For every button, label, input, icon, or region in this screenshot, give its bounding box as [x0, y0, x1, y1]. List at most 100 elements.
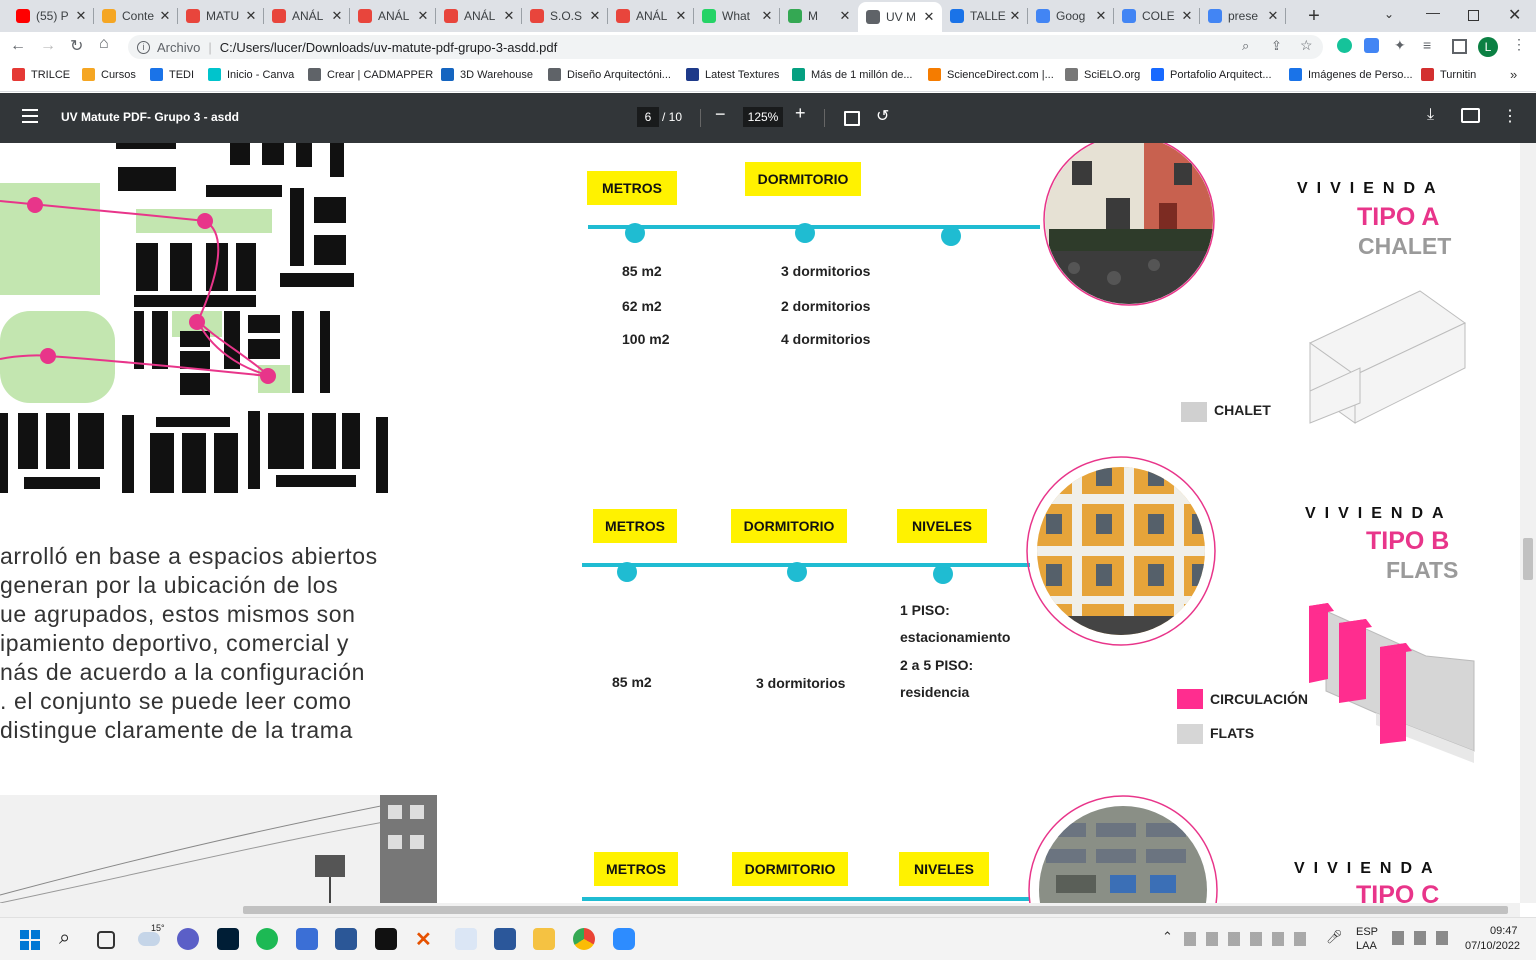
extensions-puzzle-icon[interactable]: ✦	[1394, 37, 1406, 54]
store-icon[interactable]	[335, 928, 357, 950]
reload-icon[interactable]: ↻	[70, 36, 83, 56]
bookmark-item[interactable]: SciELO.org	[1065, 68, 1140, 81]
bookmark-item[interactable]: Inicio - Canva	[208, 68, 294, 81]
vertical-scrollbar-thumb[interactable]	[1523, 538, 1533, 580]
rotate-icon[interactable]: ↺	[876, 106, 889, 126]
pdf-more-icon[interactable]: ⋮	[1502, 106, 1518, 126]
print-icon[interactable]	[1461, 108, 1480, 123]
tab-close-icon[interactable]: ✕	[922, 9, 936, 25]
bookmark-item[interactable]: TRILCE	[12, 68, 70, 81]
chrome-icon[interactable]	[573, 928, 595, 950]
tab-close-icon[interactable]: ✕	[1094, 8, 1108, 24]
browser-tab[interactable]: ANÁL ✕	[436, 2, 522, 30]
browser-tab[interactable]: prese ✕	[1200, 2, 1286, 30]
bookmark-item[interactable]: 3D Warehouse	[441, 68, 533, 81]
spotify-icon[interactable]	[256, 928, 278, 950]
bookmark-item[interactable]: Crear | CADMAPPER	[308, 68, 433, 81]
tab-close-icon[interactable]: ✕	[1008, 8, 1022, 24]
back-icon[interactable]: ←	[10, 37, 26, 55]
fit-page-icon[interactable]	[844, 111, 860, 126]
browser-tab[interactable]: MATU ✕	[178, 2, 264, 30]
minimize-button[interactable]: —	[1426, 4, 1440, 20]
zoom-out-button[interactable]: −	[715, 104, 726, 125]
tab-close-icon[interactable]: ✕	[1266, 8, 1280, 24]
tab-close-icon[interactable]: ✕	[158, 8, 172, 24]
grammarly-extension-icon[interactable]	[1337, 38, 1352, 53]
side-panel-icon[interactable]	[1452, 39, 1467, 54]
browser-tab[interactable]: Conte ✕	[94, 2, 178, 30]
address-bar[interactable]: i Archivo | C:/Users/lucer/Downloads/uv-…	[128, 35, 1323, 59]
tab-close-icon[interactable]: ✕	[838, 8, 852, 24]
browser-tab[interactable]: ANÁL ✕	[608, 2, 694, 30]
tab-close-icon[interactable]: ✕	[760, 8, 774, 24]
language-indicator-2[interactable]: LAA	[1356, 940, 1377, 952]
pdf-menu-icon[interactable]	[22, 109, 38, 123]
word-icon[interactable]	[494, 928, 516, 950]
browser-tab[interactable]: S.O.S ✕	[522, 2, 608, 30]
browser-tab[interactable]: COLE ✕	[1114, 2, 1200, 30]
browser-tab[interactable]: UV M ✕	[858, 2, 942, 32]
tab-close-icon[interactable]: ✕	[502, 8, 516, 24]
browser-tab[interactable]: ANÁL ✕	[350, 2, 436, 30]
bookmark-item[interactable]: Diseño Arquitectóni...	[548, 68, 671, 81]
profile-avatar[interactable]: L	[1478, 37, 1498, 57]
close-window-button[interactable]: ✕	[1508, 5, 1521, 25]
tab-close-icon[interactable]: ✕	[416, 8, 430, 24]
clock-date[interactable]: 07/10/2022	[1465, 940, 1520, 952]
bookmark-item[interactable]: Más de 1 millón de...	[792, 68, 913, 81]
microphone-icon[interactable]: 🎤︎	[1326, 929, 1343, 945]
more-bookmarks-icon[interactable]: »	[1510, 67, 1517, 82]
start-button-icon[interactable]	[20, 930, 40, 950]
notepad-icon[interactable]	[455, 928, 477, 950]
bookmark-item[interactable]: Portafolio Arquitect...	[1151, 68, 1272, 81]
zoom-icon[interactable]: ⌕	[1242, 38, 1249, 54]
tab-search-icon[interactable]: ⌄	[1384, 7, 1394, 21]
maximize-button[interactable]	[1468, 10, 1479, 21]
bookmark-item[interactable]: TEDI	[150, 68, 194, 81]
language-indicator-1[interactable]: ESP	[1356, 926, 1378, 938]
bookmark-star-icon[interactable]: ☆	[1300, 37, 1313, 54]
app-icon[interactable]	[296, 928, 318, 950]
tab-close-icon[interactable]: ✕	[330, 8, 344, 24]
tab-close-icon[interactable]: ✕	[674, 8, 688, 24]
file-explorer-icon[interactable]	[533, 928, 555, 950]
browser-tab[interactable]: M ✕	[780, 2, 858, 30]
show-hidden-icons[interactable]: ⌃	[1162, 929, 1173, 945]
photoshop-icon[interactable]	[217, 928, 239, 950]
bookmark-item[interactable]: ScienceDirect.com |...	[928, 68, 1054, 81]
browser-tab[interactable]: ANÁL ✕	[264, 2, 350, 30]
browser-menu-icon[interactable]: ⋮	[1512, 36, 1526, 53]
horizontal-scrollbar[interactable]	[0, 903, 1520, 917]
bookmark-item[interactable]: Latest Textures	[686, 68, 779, 81]
tab-close-icon[interactable]: ✕	[74, 8, 88, 24]
clock-time[interactable]: 09:47	[1490, 925, 1518, 937]
horizontal-scrollbar-thumb[interactable]	[243, 906, 1508, 914]
page-number-input[interactable]: 6	[637, 107, 659, 127]
translate-extension-icon[interactable]	[1364, 38, 1379, 53]
tab-close-icon[interactable]: ✕	[244, 8, 258, 24]
reading-list-icon[interactable]: ≡	[1423, 37, 1431, 53]
zoom-level-input[interactable]: 125%	[743, 107, 783, 127]
teams-chat-icon[interactable]	[177, 928, 199, 950]
bookmark-item[interactable]: Cursos	[82, 68, 136, 81]
zoom-in-button[interactable]: +	[795, 103, 806, 124]
weather-icon[interactable]	[138, 932, 160, 946]
tab-close-icon[interactable]: ✕	[588, 8, 602, 24]
browser-tab[interactable]: What ✕	[694, 2, 780, 30]
vertical-scrollbar[interactable]	[1520, 143, 1536, 903]
netflix-icon[interactable]	[375, 928, 397, 950]
bookmark-item[interactable]: Turnitin	[1421, 68, 1476, 81]
browser-tab[interactable]: Goog ✕	[1028, 2, 1114, 30]
share-icon[interactable]: ⇪	[1271, 38, 1282, 54]
forward-icon[interactable]: →	[40, 37, 56, 55]
zoom-app-icon[interactable]	[613, 928, 635, 950]
network-sound-battery-icons[interactable]	[1392, 931, 1450, 945]
tab-close-icon[interactable]: ✕	[1180, 8, 1194, 24]
task-view-icon[interactable]	[97, 931, 115, 949]
home-icon[interactable]: ⌂	[99, 35, 109, 53]
tray-icons[interactable]	[1184, 932, 1314, 946]
search-icon[interactable]: ⌕	[59, 927, 70, 950]
x-app-icon[interactable]: ✕	[415, 927, 432, 952]
browser-tab[interactable]: (55) P ✕	[8, 2, 94, 30]
browser-tab[interactable]: TALLE ✕	[942, 2, 1028, 30]
